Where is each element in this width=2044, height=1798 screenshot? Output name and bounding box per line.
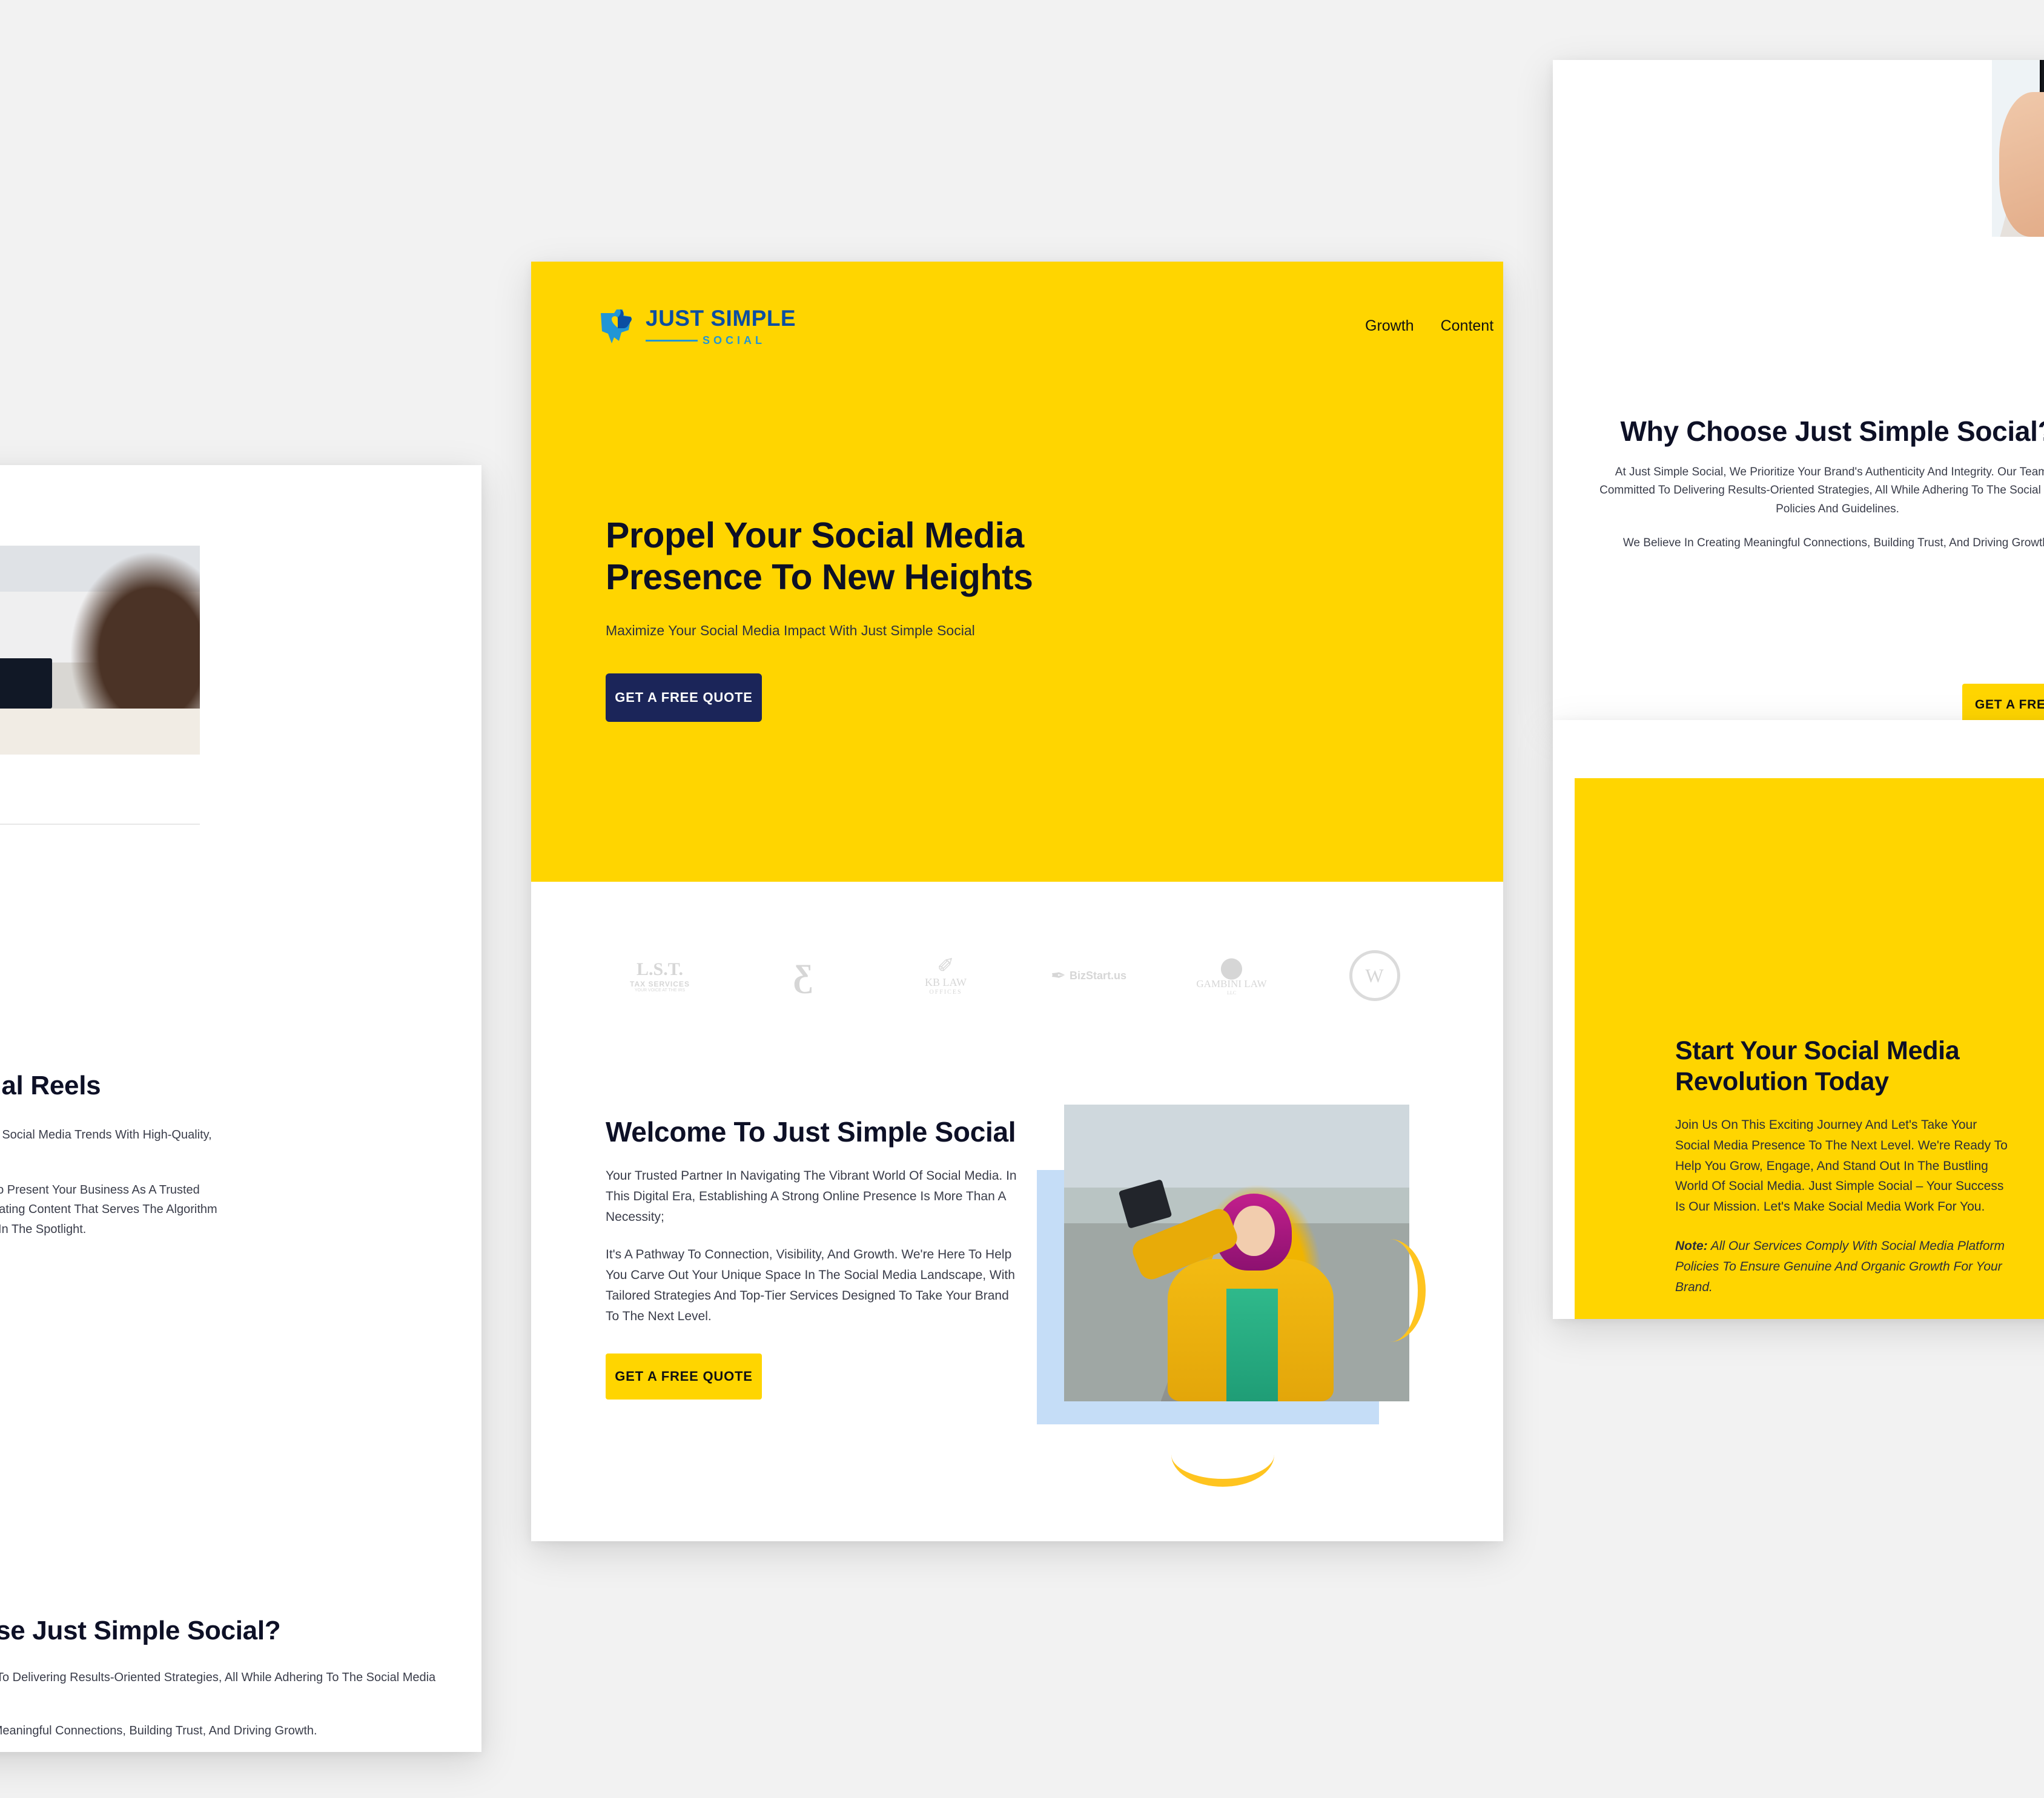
nav-item-growth[interactable]: Growth — [1352, 317, 1427, 335]
screenshot-canvas: Professional Reels Capitalize On The Lat… — [0, 0, 2044, 1798]
client-logo-kb-law: ✐ KB LAW OFFICES — [924, 954, 967, 996]
texas-heart-thumbsup-icon — [596, 306, 637, 347]
welcome-image-group — [1037, 1105, 1426, 1487]
left-card-paragraph-1: Capitalize On The Latest Social Media Tr… — [0, 1128, 212, 1142]
revolution-note: Note: All Our Services Comply With Socia… — [1675, 1236, 2014, 1297]
revolution-heading: Start Your Social Media Revolution Today — [1675, 1036, 1960, 1096]
brand-logo[interactable]: JUST SIMPLE SOCIAL — [596, 306, 796, 347]
brand-rule — [646, 339, 698, 342]
welcome-paragraph-1: Your Trusted Partner In Navigating The V… — [606, 1169, 1017, 1225]
revolution-note-label: Note: — [1675, 1239, 1708, 1254]
client-logo-strip: L.S.T. TAX SERVICES YOUR VOICE AT THE IR… — [531, 924, 1503, 1027]
phone-recording-photo — [1992, 60, 2044, 237]
left-card-paragraph-2: Our Service Is Tailored To Present Your … — [0, 1183, 217, 1236]
left-page-card: Professional Reels Capitalize On The Lat… — [0, 465, 481, 1752]
right-page-card-bottom: Start Your Social Media Revolution Today… — [1553, 720, 2044, 1319]
professional-reels-block: Professional Reels Capitalize On The Lat… — [0, 1071, 229, 1309]
client-logo-gambini-law: ● GAMBINI LAW LLC — [1196, 950, 1267, 996]
hero-heading: Propel Your Social Media Presence To New… — [606, 515, 1033, 598]
brand-name-line1: JUST SIMPLE — [646, 306, 796, 331]
left-card-bottom-paragraph-1: Our Team Is Committed To Delivering Resu… — [0, 1671, 436, 1684]
divider — [0, 824, 200, 825]
brand-wordmark: JUST SIMPLE SOCIAL — [646, 307, 796, 346]
welcome-heading: Welcome To Just Simple Social — [606, 1116, 1016, 1148]
primary-navigation: Growth Content Ad Management Reels Prici… — [1352, 317, 1503, 335]
right-page-card-top: Why Choose Just Simple Social? At Just S… — [1553, 60, 2044, 720]
nav-item-content[interactable]: Content — [1427, 317, 1503, 335]
hero-quote-button[interactable]: GET A FREE QUOTE — [606, 673, 762, 722]
right-card-paragraph-1: At Just Simple Social, We Prioritize You… — [1599, 466, 2044, 515]
revolution-copy: Start Your Social Media Revolution Today… — [1675, 1036, 2014, 1297]
why-choose-block-left: Why Choose Just Simple Social? Our Team … — [0, 1616, 477, 1752]
left-card-bottom-heading: Why Choose Just Simple Social? — [0, 1616, 281, 1645]
brand-name-line2: SOCIAL — [703, 334, 766, 346]
hero-subheading: Maximize Your Social Media Impact With J… — [606, 623, 975, 639]
revolution-panel: Start Your Social Media Revolution Today… — [1575, 778, 2044, 1319]
welcome-paragraph-2: It's A Pathway To Connection, Visibility… — [606, 1248, 1015, 1324]
team-office-photo — [0, 546, 200, 755]
right-card-paragraph-2: We Believe In Creating Meaningful Connec… — [1622, 537, 2044, 550]
client-logo-b-law: Ƹ — [793, 957, 813, 994]
client-logo-bizstart: ✒ BizStart.us — [1050, 965, 1127, 987]
selfie-woman-photo — [1064, 1105, 1409, 1401]
why-choose-block-right: Why Choose Just Simple Social? At Just S… — [1553, 415, 2044, 553]
hero-copy: Propel Your Social Media Presence To New… — [606, 515, 1048, 722]
welcome-section: Welcome To Just Simple Social Your Trust… — [606, 1115, 1024, 1400]
client-logo-lst: L.S.T. TAX SERVICES YOUR VOICE AT THE IR… — [630, 959, 690, 993]
revolution-paragraph: Join Us On This Exciting Journey And Let… — [1675, 1118, 2008, 1214]
right-card-heading: Why Choose Just Simple Social? — [1620, 415, 2044, 447]
right-card-quote-button[interactable]: GET A FREE QUOTE — [1962, 684, 2044, 720]
client-logo-w-mark: W — [1332, 942, 1417, 1009]
welcome-quote-button[interactable]: GET A FREE QUOTE — [606, 1353, 762, 1400]
revolution-note-text: All Our Services Comply With Social Medi… — [1675, 1239, 2005, 1294]
left-card-heading: Professional Reels — [0, 1071, 101, 1100]
site-header: JUST SIMPLE SOCIAL Growth Content Ad Man… — [531, 297, 1503, 351]
hero-section: JUST SIMPLE SOCIAL Growth Content Ad Man… — [531, 262, 1503, 882]
left-card-bottom-paragraph-2: We Believe In Creating Meaningful Connec… — [0, 1724, 317, 1737]
